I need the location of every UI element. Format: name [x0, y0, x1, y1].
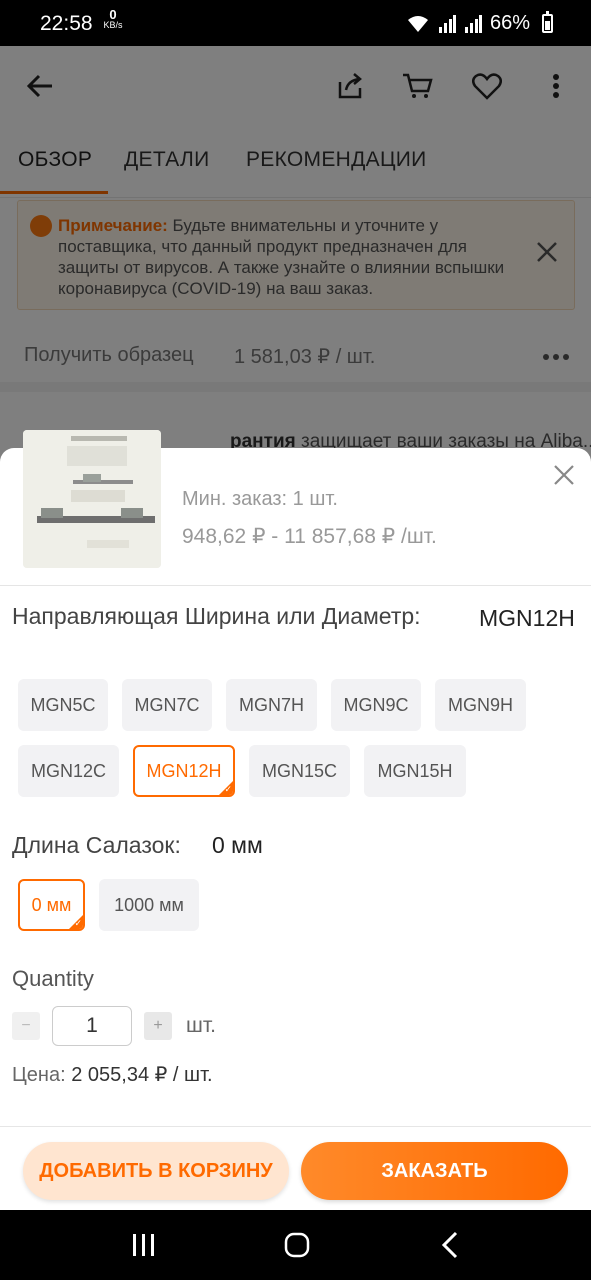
option-mgn7c[interactable]: MGN7C [122, 679, 212, 731]
attr-length-title: Длина Салазок: [12, 832, 181, 858]
order-button[interactable]: ЗАКАЗАТЬ [301, 1142, 568, 1200]
check-icon: ✓ [224, 784, 232, 794]
option-mgn7h[interactable]: MGN7H [226, 679, 317, 731]
quantity-title: Quantity [12, 966, 94, 991]
attr-width-value: MGN12H [479, 605, 575, 631]
product-thumbnail [23, 430, 161, 568]
status-bar: 22:58 0 KB/s 66% [0, 0, 591, 46]
footer-divider [0, 1126, 591, 1127]
wifi-icon [407, 15, 428, 32]
close-sheet-icon[interactable] [553, 464, 575, 491]
sku-selector-sheet: Мин. заказ: 1 шт. 948,62 ₽ - 11 857,68 ₽… [0, 430, 591, 1210]
attr-length-value: 0 мм [212, 832, 263, 858]
option-mgn9h[interactable]: MGN9H [435, 679, 526, 731]
network-speed: 0 KB/s [102, 7, 124, 30]
price-range: 948,62 ₽ - 11 857,68 ₽ /шт. [182, 525, 437, 548]
product-image [23, 430, 161, 568]
price-label: Цена: [12, 1064, 66, 1086]
system-nav-bar [0, 1210, 591, 1280]
status-icons: 66% [406, 11, 553, 35]
option-length-1000mm[interactable]: 1000 мм [99, 879, 199, 931]
price-value: 2 055,34 ₽ / шт. [71, 1064, 213, 1086]
option-mgn15h[interactable]: MGN15H [364, 745, 466, 797]
price-line: Цена: 2 055,34 ₽ / шт. [12, 1062, 213, 1087]
home-icon[interactable] [283, 1231, 311, 1264]
signal-icon [438, 14, 456, 33]
option-mgn9c[interactable]: MGN9C [331, 679, 421, 731]
signal-icon-2 [464, 14, 482, 33]
option-mgn12h-label: MGN12H [146, 760, 222, 781]
option-length-0mm-label: 0 мм [31, 894, 72, 915]
option-mgn15c[interactable]: MGN15C [249, 745, 350, 797]
quantity-increase-button[interactable]: + [144, 1012, 172, 1040]
option-mgn5c[interactable]: MGN5C [18, 679, 108, 731]
quantity-unit: шт. [186, 1014, 216, 1037]
network-speed-value: 0 [109, 7, 117, 22]
check-icon: ✓ [74, 918, 82, 928]
option-length-0mm[interactable]: 0 мм ✓ [18, 879, 85, 931]
back-nav-icon[interactable] [440, 1230, 460, 1265]
sheet-header-divider [0, 585, 591, 586]
status-time: 22:58 [40, 12, 93, 35]
quantity-decrease-button[interactable]: − [12, 1012, 40, 1040]
battery-percent: 66% [489, 12, 530, 34]
battery-icon [542, 11, 553, 33]
recent-apps-icon[interactable] [131, 1232, 157, 1263]
option-mgn12h[interactable]: MGN12H ✓ [133, 745, 235, 797]
attr-width-title: Направляющая Ширина или Диаметр: [12, 603, 421, 629]
add-to-cart-button[interactable]: ДОБАВИТЬ В КОРЗИНУ [23, 1142, 289, 1200]
network-speed-unit: KB/s [103, 20, 123, 30]
option-mgn12c[interactable]: MGN12C [18, 745, 119, 797]
quantity-input[interactable]: 1 [52, 1006, 132, 1046]
min-order: Мин. заказ: 1 шт. [182, 488, 338, 510]
